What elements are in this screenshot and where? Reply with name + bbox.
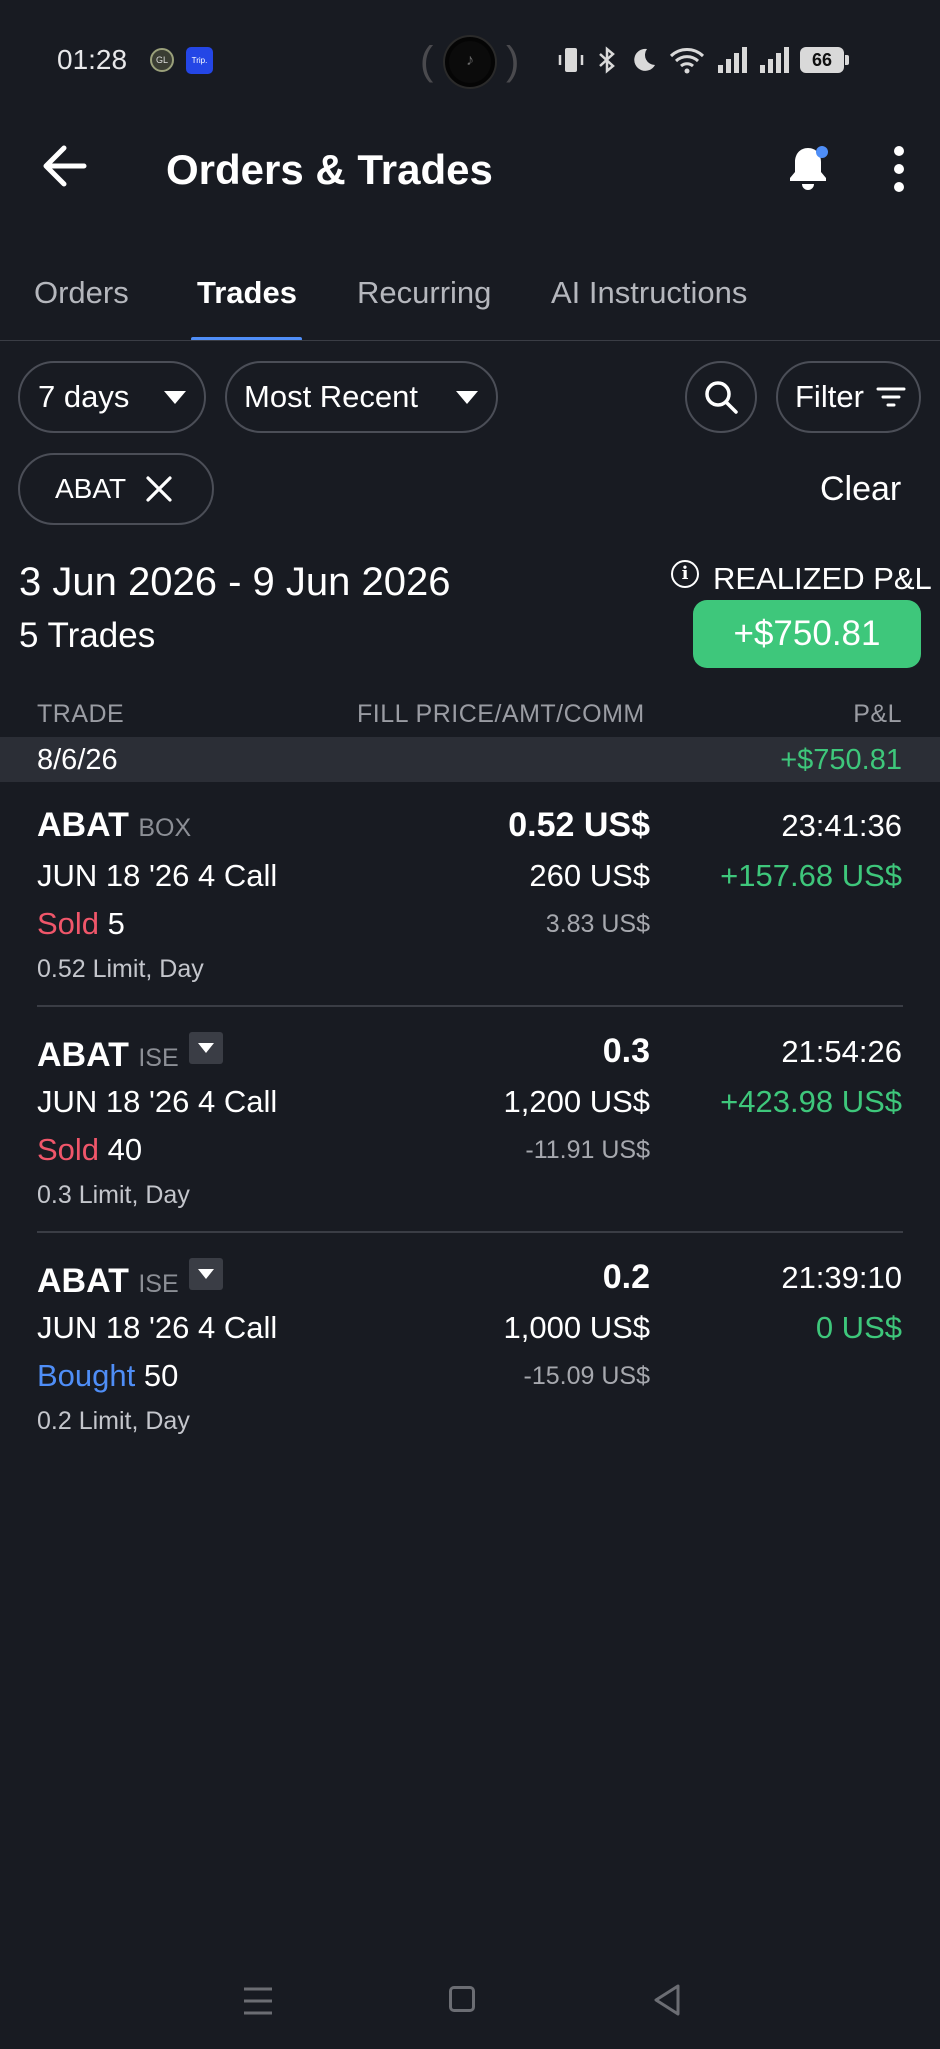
arrow-left-icon	[43, 145, 87, 187]
sort-dropdown[interactable]: Most Recent	[225, 361, 498, 433]
back-button[interactable]	[38, 140, 90, 197]
trade-fill-price: 0.52 US$	[508, 806, 650, 844]
filter-icon	[876, 387, 906, 407]
caret-down-icon	[164, 390, 186, 404]
trade-count: 5 Trades	[19, 616, 156, 655]
bell-icon	[790, 146, 828, 190]
date-range: 3 Jun 2026 - 9 Jun 2026	[19, 560, 451, 604]
trade-time: 23:41:36	[781, 808, 902, 843]
realized-pl-label: REALIZED P&L	[713, 561, 932, 596]
trade-commission: -11.91 US$	[525, 1136, 650, 1164]
column-trade: TRADE	[37, 700, 125, 728]
symbol-chip-label: ABAT	[55, 473, 127, 504]
close-icon[interactable]	[144, 474, 174, 504]
info-icon[interactable]: i	[671, 560, 699, 588]
trade-time: 21:54:26	[781, 1034, 902, 1069]
trade-symbol: ABAT ISE	[37, 1258, 223, 1301]
column-pl: P&L	[853, 700, 902, 728]
menu-icon	[244, 1987, 272, 2015]
trade-contract: JUN 18 '26 4 Call	[37, 858, 278, 893]
home-button[interactable]	[449, 1986, 475, 2012]
trade-amount: 260 US$	[529, 858, 650, 893]
expand-dropdown-icon[interactable]	[188, 1032, 223, 1064]
trade-exchange: ISE	[138, 1270, 179, 1298]
signal-icon-2	[760, 47, 789, 73]
day-group-date: 8/6/26	[37, 744, 118, 776]
more-vertical-icon	[894, 146, 904, 192]
status-time: 01:28	[57, 44, 128, 75]
tab-divider	[0, 340, 940, 341]
filter-button[interactable]: Filter	[776, 361, 921, 433]
row-divider	[37, 1005, 903, 1007]
trade-contract: JUN 18 '26 4 Call	[37, 1084, 278, 1119]
period-dropdown-label: 7 days	[38, 379, 130, 414]
trade-pl: 0 US$	[815, 1310, 902, 1345]
trade-limit: 0.3 Limit, Day	[37, 1181, 190, 1209]
search-button[interactable]	[685, 361, 757, 433]
search-icon	[705, 381, 738, 414]
day-group-pl: +$750.81	[780, 744, 902, 776]
trade-exchange: BOX	[138, 814, 192, 842]
bluetooth-icon	[599, 46, 615, 74]
sort-dropdown-label: Most Recent	[244, 379, 419, 414]
system-icons: 66	[556, 44, 849, 76]
trade-pl: +157.68 US$	[720, 858, 902, 893]
trade-commission: -15.09 US$	[523, 1362, 650, 1390]
more-options-button[interactable]	[884, 144, 914, 199]
row-divider	[37, 1231, 903, 1233]
trade-exchange: ISE	[138, 1044, 179, 1072]
music-icon: ♪	[445, 37, 495, 87]
trade-side: Sold 5	[37, 906, 125, 941]
camera-cutout: ( ♪ )	[420, 37, 520, 87]
trade-fill-price: 0.2	[602, 1258, 650, 1296]
trade-commission: 3.83 US$	[545, 910, 650, 938]
filter-button-label: Filter	[795, 379, 864, 414]
trade-side: Bought 50	[37, 1358, 179, 1393]
page-title: Orders & Trades	[166, 146, 493, 193]
notifications-button[interactable]	[782, 142, 834, 199]
trade-row[interactable]: ABAT ISE JUN 18 '26 4 Call Bought 50 0.2…	[0, 1234, 940, 1460]
trade-row[interactable]: ABAT BOX JUN 18 '26 4 Call Sold 5 0.52 L…	[0, 782, 940, 1008]
trade-contract: JUN 18 '26 4 Call	[37, 1310, 278, 1345]
trade-symbol: ABAT BOX	[37, 806, 192, 844]
signal-icon	[718, 47, 747, 73]
trade-limit: 0.2 Limit, Day	[37, 1407, 190, 1435]
battery-icon: 66	[800, 47, 849, 73]
column-fill: FILL PRICE/AMT/COMM	[357, 700, 645, 728]
trade-time: 21:39:10	[781, 1260, 902, 1295]
tab-trades[interactable]: Trades	[197, 275, 297, 311]
moon-icon	[634, 48, 655, 71]
trade-limit: 0.52 Limit, Day	[37, 955, 204, 983]
expand-dropdown-icon[interactable]	[188, 1258, 223, 1290]
recents-button[interactable]	[241, 1985, 275, 2022]
realized-pl-badge: +$750.81	[693, 600, 921, 668]
trip-app-icon: Trip.	[186, 47, 213, 74]
period-dropdown[interactable]: 7 days	[18, 361, 206, 433]
trade-fill-price: 0.3	[602, 1032, 650, 1070]
trade-amount: 1,000 US$	[503, 1310, 651, 1345]
wifi-icon	[669, 48, 705, 74]
trade-symbol: ABAT ISE	[37, 1032, 223, 1075]
vibrate-icon	[558, 48, 584, 72]
trade-side: Sold 40	[37, 1132, 143, 1167]
tab-orders[interactable]: Orders	[34, 275, 129, 311]
caret-down-icon	[456, 390, 478, 404]
notification-app-icon: GL	[150, 48, 174, 72]
symbol-filter-chip[interactable]: ABAT	[18, 453, 214, 525]
clear-filters-button[interactable]: Clear	[820, 470, 901, 509]
triangle-back-icon	[654, 1984, 680, 2016]
trade-pl: +423.98 US$	[720, 1084, 902, 1119]
trade-row[interactable]: ABAT ISE JUN 18 '26 4 Call Sold 40 0.3 L…	[0, 1008, 940, 1234]
trade-amount: 1,200 US$	[503, 1084, 651, 1119]
system-back-button[interactable]	[652, 1983, 682, 2022]
tab-recurring[interactable]: Recurring	[357, 275, 491, 311]
tab-ai-instructions[interactable]: AI Instructions	[551, 275, 747, 311]
